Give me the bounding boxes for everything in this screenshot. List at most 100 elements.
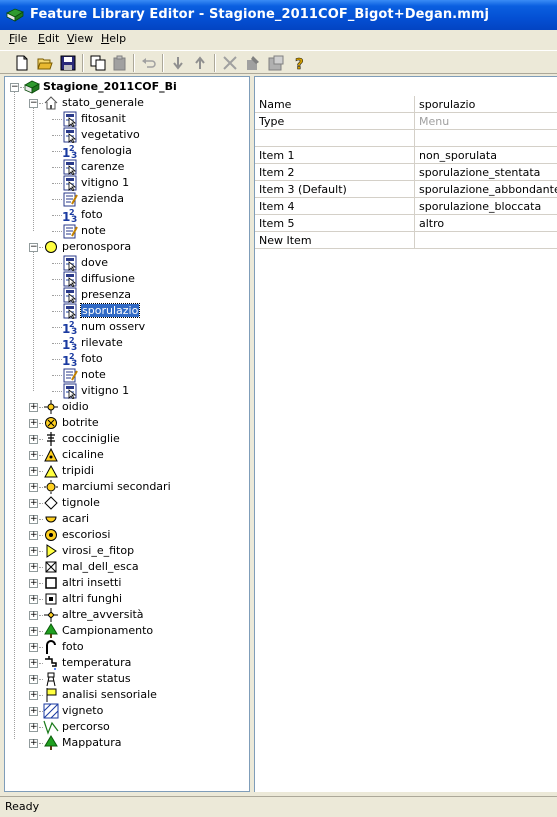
feature-tree[interactable]: − Stagione_2011COF_Bi − stato_generale fitos… [4,76,250,792]
tree-group-node[interactable]: + Campionamento [5,623,249,639]
tree-leaf-node[interactable]: vegetativo [5,127,249,144]
expand-toggle[interactable]: + [29,483,38,492]
expand-toggle[interactable]: + [29,467,38,476]
expand-toggle[interactable]: + [29,643,38,652]
tree-leaf-node[interactable]: carenze [5,159,249,176]
expand-toggle[interactable]: + [29,707,38,716]
property-grid[interactable]: Name sporulazio Type Menu Item 1 non_sporulat… [254,76,557,792]
expand-toggle[interactable]: + [29,739,38,748]
collapse-toggle[interactable]: − [29,99,38,108]
property-value[interactable]: Menu [419,115,449,128]
tree-group-node[interactable]: − stato_generale [5,95,249,111]
tree-leaf-node[interactable]: 1 2 3 fenologia [5,143,249,161]
menu-file[interactable]: File [9,32,27,45]
property-row[interactable]: Name sporulazio [255,96,557,113]
tree-group-node[interactable]: − peronospora [5,239,249,255]
expand-toggle[interactable]: + [29,451,38,460]
property-row[interactable] [255,130,557,147]
tree-group-node[interactable]: + temperatura [5,655,249,671]
property-value[interactable]: non_sporulata [419,149,497,162]
tree-group-node[interactable]: + oidio [5,399,249,415]
expand-toggle[interactable]: + [29,675,38,684]
tree-group-node[interactable]: + marciumi secondari [5,479,249,495]
tree-group-node[interactable]: + botrite [5,415,249,431]
collapse-toggle[interactable]: − [10,83,19,92]
new-button[interactable] [12,53,32,73]
undo-button[interactable] [139,53,159,73]
tree-group-node[interactable]: + virosi_e_fitop [5,543,249,559]
property-row[interactable]: Item 4 sporulazione_bloccata [255,198,557,215]
tree-group-node[interactable]: + Mappatura [5,735,249,751]
tree-leaf-node[interactable]: 1 2 3 foto [5,351,249,369]
properties-button[interactable] [243,53,263,73]
copy-button[interactable] [88,53,108,73]
expand-toggle[interactable]: + [29,659,38,668]
help-button[interactable]: ? [289,53,309,73]
tree-group-node[interactable]: + analisi sensoriale [5,687,249,703]
property-row[interactable]: Item 2 sporulazione_stentata [255,164,557,181]
tree-group-node[interactable]: + acari [5,511,249,527]
tree-leaf-node[interactable]: vitigno 1 [5,175,249,192]
tree-group-node[interactable]: + mal_dell_esca [5,559,249,575]
tree-leaf-node[interactable]: note [5,223,249,239]
expand-toggle[interactable]: + [29,435,38,444]
property-value[interactable]: sporulazione_bloccata [419,200,541,213]
tree-leaf-node[interactable]: 1 2 3 foto [5,207,249,225]
tree-leaf-node[interactable]: note [5,367,249,383]
paste-button[interactable] [110,53,130,73]
property-row[interactable]: New Item [255,232,557,249]
export-button[interactable] [266,53,286,73]
menu-edit[interactable]: Edit [38,32,59,45]
tree-leaf-node[interactable]: azienda [5,191,249,207]
expand-toggle[interactable]: + [29,419,38,428]
tree-leaf-node[interactable]: dove [5,255,249,272]
tree-group-node[interactable]: + cocciniglie [5,431,249,447]
expand-toggle[interactable]: + [29,723,38,732]
tree-group-node[interactable]: + tripidi [5,463,249,479]
property-value[interactable]: sporulazione_abbondante [419,183,557,196]
tree-leaf-node[interactable]: vitigno 1 [5,383,249,400]
tree-group-node[interactable]: + escoriosi [5,527,249,543]
expand-toggle[interactable]: + [29,531,38,540]
property-row[interactable]: Item 5 altro [255,215,557,232]
tree-group-node[interactable]: + altre_avversità [5,607,249,623]
expand-toggle[interactable]: + [29,627,38,636]
menu-help[interactable]: Help [101,32,126,45]
property-value[interactable]: sporulazione_stentata [419,166,540,179]
move-down-button[interactable] [168,53,188,73]
tree-group-node[interactable]: + tignole [5,495,249,511]
property-row[interactable]: Type Menu [255,113,557,130]
delete-button[interactable] [220,53,240,73]
collapse-toggle[interactable]: − [29,243,38,252]
tree-group-node[interactable]: + altri funghi [5,591,249,607]
tree-leaf-node[interactable]: presenza [5,287,249,304]
tree-group-node[interactable]: + foto [5,639,249,655]
tree-group-node[interactable]: + percorso [5,719,249,735]
menu-view[interactable]: View [67,32,93,45]
property-row[interactable]: Item 1 non_sporulata [255,147,557,164]
tree-group-node[interactable]: + water status [5,671,249,687]
tree-leaf-node[interactable]: 1 2 3 rilevate [5,335,249,353]
property-value[interactable]: altro [419,217,444,230]
expand-toggle[interactable]: + [29,691,38,700]
expand-toggle[interactable]: + [29,547,38,556]
property-value[interactable]: sporulazio [419,98,475,111]
move-up-button[interactable] [190,53,210,73]
tree-group-node[interactable]: + vigneto [5,703,249,719]
expand-toggle[interactable]: + [29,515,38,524]
tree-leaf-node[interactable]: sporulazio [5,303,249,320]
expand-toggle[interactable]: + [29,563,38,572]
save-button[interactable] [58,53,78,73]
expand-toggle[interactable]: + [29,595,38,604]
expand-toggle[interactable]: + [29,579,38,588]
expand-toggle[interactable]: + [29,403,38,412]
tree-root-node[interactable]: − Stagione_2011COF_Bi [5,79,249,95]
tree-leaf-node[interactable]: fitosanit [5,111,249,128]
open-button[interactable] [35,53,55,73]
tree-leaf-node[interactable]: 1 2 3 num osserv [5,319,249,337]
tree-leaf-node[interactable]: diffusione [5,271,249,288]
tree-group-node[interactable]: + altri insetti [5,575,249,591]
expand-toggle[interactable]: + [29,499,38,508]
expand-toggle[interactable]: + [29,611,38,620]
property-row[interactable]: Item 3 (Default) sporulazione_abbondante [255,181,557,198]
